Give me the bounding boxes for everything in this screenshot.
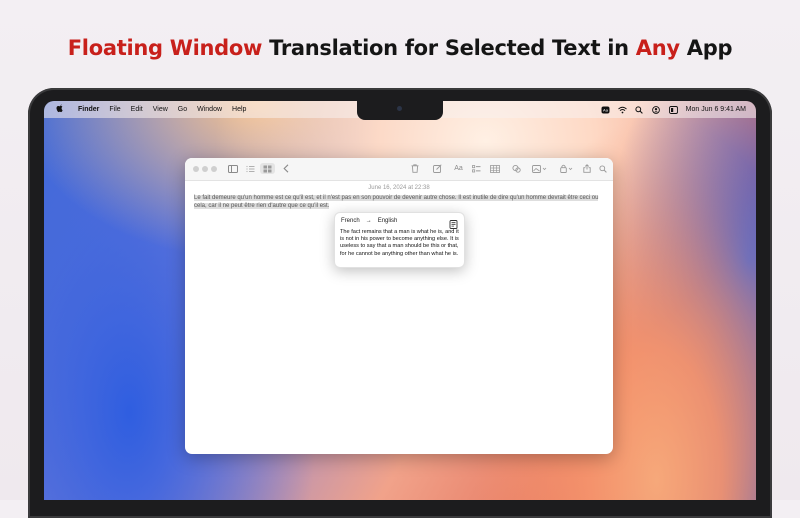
menu-go[interactable]: Go: [178, 106, 187, 113]
svg-text:Aa: Aa: [603, 107, 609, 112]
arrow-right-icon: →: [365, 218, 372, 224]
checklist-icon[interactable]: [471, 163, 482, 174]
zoom-window-button[interactable]: [211, 166, 217, 172]
camera-icon: [397, 106, 402, 111]
search-icon[interactable]: [635, 105, 643, 114]
document-icon[interactable]: [449, 216, 458, 229]
search-icon-notes[interactable]: [597, 163, 608, 174]
notes-toolbar: Aa: [185, 158, 613, 181]
menu-help[interactable]: Help: [232, 106, 246, 113]
back-chevron-icon[interactable]: [280, 163, 291, 174]
selected-text[interactable]: Le fait demeure qu'un homme est ce qu'il…: [194, 195, 599, 209]
language-pair: French → English: [341, 218, 397, 224]
menu-app-finder[interactable]: Finder: [78, 106, 99, 113]
headline-text-1: Translation for Selected Text in: [262, 36, 636, 60]
target-language[interactable]: English: [378, 218, 398, 224]
attachment-icon[interactable]: [511, 163, 522, 174]
format-text-icon[interactable]: Aa: [453, 163, 464, 174]
apple-menu-icon[interactable]: [56, 104, 64, 115]
user-account-icon[interactable]: [651, 105, 660, 114]
gallery-view-icon[interactable]: [260, 163, 275, 174]
close-window-button[interactable]: [193, 166, 199, 172]
list-view-icon[interactable]: [245, 163, 256, 174]
sidebar-toggle-icon[interactable]: [227, 163, 238, 174]
compose-icon[interactable]: [432, 163, 443, 174]
translation-popup: French → English The fact remains that a…: [334, 212, 465, 268]
menu-view[interactable]: View: [153, 106, 168, 113]
menu-file[interactable]: File: [109, 106, 120, 113]
note-body[interactable]: Le fait demeure qu'un homme est ce qu'il…: [194, 194, 604, 210]
translator-status-icon[interactable]: Aa: [601, 106, 610, 114]
headline-text-2: App: [679, 36, 733, 60]
control-center-icon[interactable]: [668, 105, 678, 114]
share-icon[interactable]: [581, 163, 592, 174]
wifi-icon[interactable]: [617, 106, 627, 114]
table-icon[interactable]: [489, 163, 500, 174]
headline-accent-2: Any: [635, 36, 680, 60]
note-date: June 16, 2024 at 22:38: [368, 185, 430, 191]
headline: Floating Window Translation for Selected…: [0, 36, 800, 60]
source-language[interactable]: French: [341, 218, 360, 224]
notes-window: Aa June 16, 2024 at 22:38 Le fait demeur…: [185, 158, 613, 454]
menu-edit[interactable]: Edit: [131, 106, 143, 113]
lock-menu-icon[interactable]: [559, 163, 573, 174]
translation-text: The fact remains that a man is what he i…: [340, 229, 459, 257]
menubar-clock[interactable]: Mon Jun 6 9:41 AM: [686, 106, 746, 113]
status-area: Aa Mon Jun 6 9:41 AM: [601, 101, 746, 118]
headline-accent-1: Floating Window: [67, 36, 263, 60]
trash-icon[interactable]: [409, 163, 420, 174]
menu-window[interactable]: Window: [197, 106, 222, 113]
camera-notch: [357, 101, 443, 120]
minimize-window-button[interactable]: [202, 166, 208, 172]
media-menu-icon[interactable]: [531, 163, 547, 174]
